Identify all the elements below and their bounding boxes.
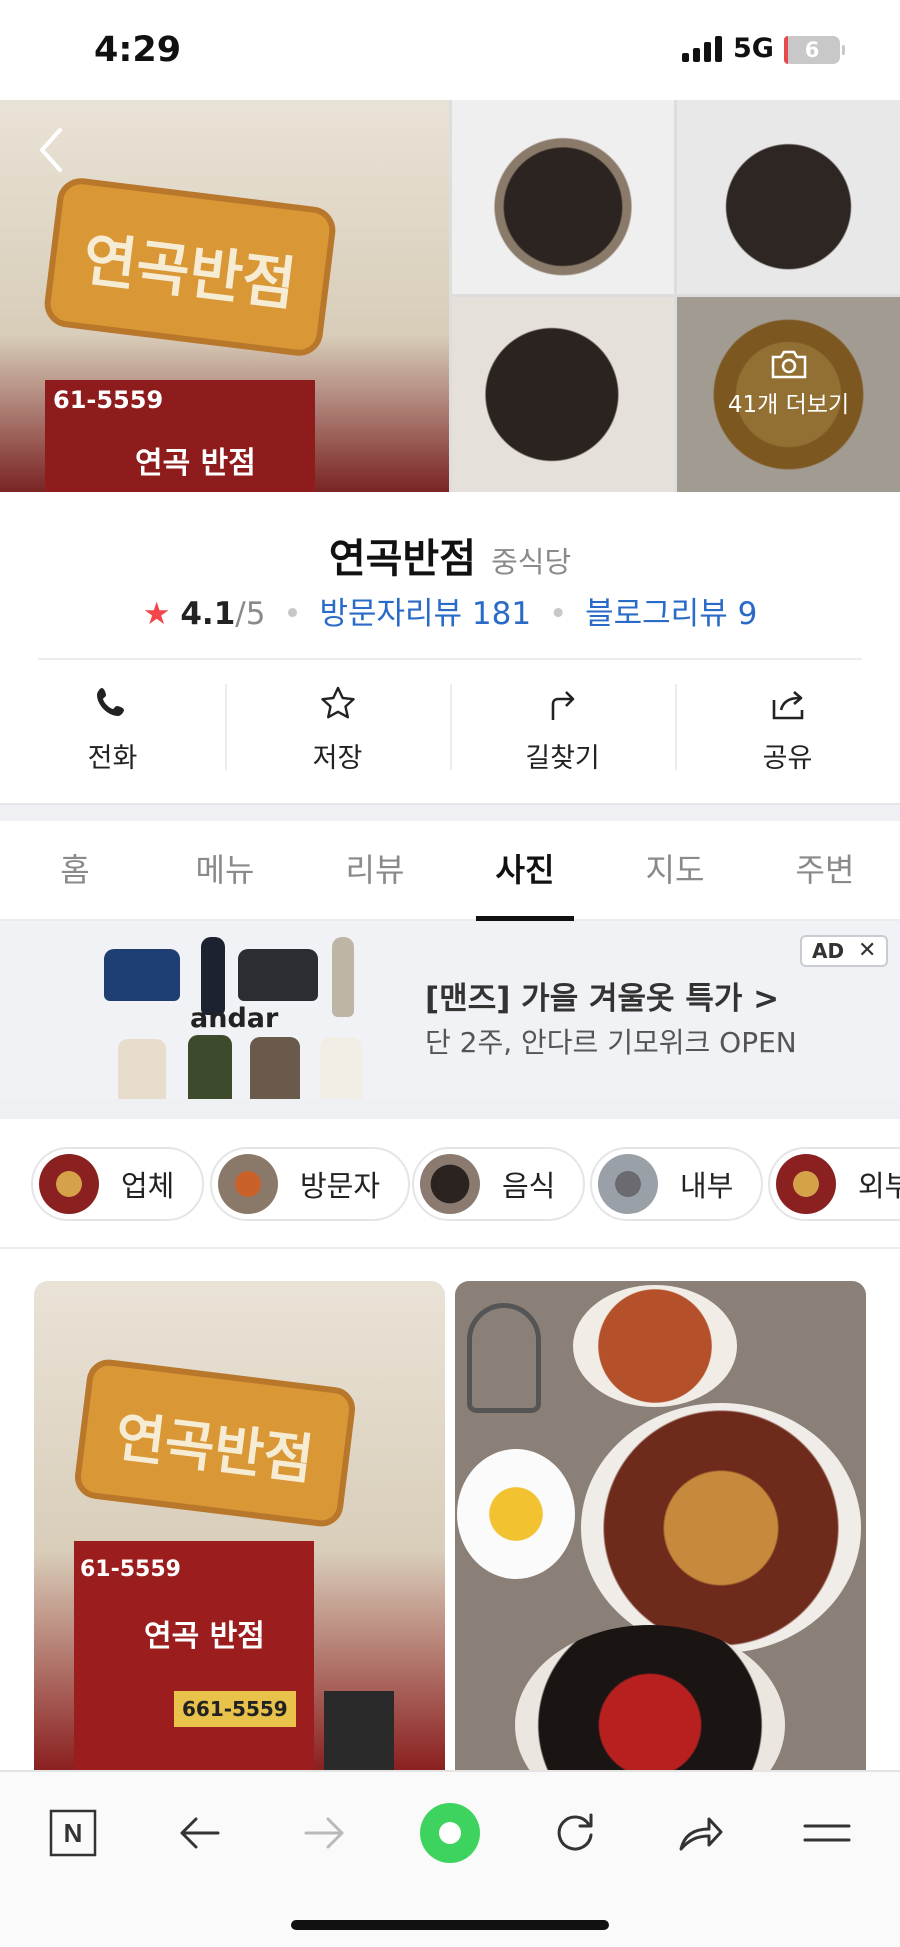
gallery-more-photo[interactable]: 41개 더보기 [677, 297, 900, 492]
place-info: 연곡반점 중식당 ★ 4.1/5 • 방문자리뷰 181 • 블로그리뷰 9 전… [0, 492, 900, 810]
directions-button[interactable]: 길찾기 [450, 676, 675, 786]
gallery-photo[interactable] [452, 297, 674, 492]
filter-chip-food[interactable]: 음식 [412, 1147, 586, 1221]
green-dot-icon [420, 1803, 480, 1863]
home-indicator [291, 1920, 609, 1930]
storefront: 61-5559 연곡 반점 [45, 380, 315, 492]
status-bar: 4:29 5G 6 [0, 0, 900, 100]
rating-max: /5 [235, 596, 266, 632]
place-category: 중식당 [491, 545, 572, 579]
back-button[interactable] [164, 1798, 234, 1868]
rating-score: 4.1 [180, 596, 236, 632]
green-dot-button[interactable] [415, 1798, 485, 1868]
filter-chip-interior[interactable]: 내부 [590, 1147, 764, 1221]
tab-nearby[interactable]: 주변 [750, 821, 900, 919]
title-row: 연곡반점 중식당 [0, 526, 900, 584]
photo-tile[interactable]: 연곡반점 61-5559 연곡 반점 661-5559 [34, 1281, 445, 1771]
camera-icon [771, 350, 806, 379]
place-name: 연곡반점 [328, 536, 477, 582]
chip-thumbnail [420, 1154, 480, 1214]
tab-home[interactable]: 홈 [0, 821, 150, 919]
chip-thumbnail [776, 1154, 836, 1214]
naver-home-button[interactable]: N [38, 1798, 108, 1868]
photo-gallery: 연곡반점 61-5559 연곡 반점 my 41개 더보기 [0, 100, 900, 492]
storefront: 61-5559 연곡 반점 661-5559 [74, 1541, 314, 1771]
more-photos[interactable]: 41개 더보기 [677, 349, 900, 419]
arrow-right-icon [304, 1817, 344, 1849]
close-icon[interactable]: ✕ [858, 937, 876, 965]
filter-chip-business[interactable]: 업체 [31, 1147, 205, 1221]
refresh-button[interactable] [540, 1798, 610, 1868]
tab-map[interactable]: 지도 [600, 821, 750, 919]
rating-star-icon: ★ [142, 596, 171, 632]
status-time: 4:29 [94, 30, 182, 70]
hamburger-icon [803, 1824, 851, 1842]
section-gap [0, 803, 900, 821]
photo-filter-chips: 업체 방문자 음식 내부 외부 [0, 1119, 900, 1249]
battery-icon: 6 [784, 36, 845, 64]
more-photos-label: 41개 더보기 [727, 392, 850, 418]
storefront-sign: 연곡반점 [72, 1357, 358, 1529]
menu-button[interactable] [792, 1798, 862, 1868]
blog-reviews-link[interactable]: 블로그리뷰 9 [585, 596, 757, 632]
naver-n-icon: N [49, 1809, 97, 1857]
directions-icon [551, 691, 574, 720]
divider [38, 658, 862, 660]
ad-title[interactable]: [맨즈] 가을 겨울옷 특가 > [425, 973, 779, 1018]
ad-banner[interactable]: andar [맨즈] 가을 겨울옷 특가 > 단 2주, 안다르 기모위크 OP… [0, 921, 900, 1107]
share-button[interactable]: 공유 [675, 676, 900, 786]
save-button[interactable]: 저장 [225, 676, 450, 786]
visitor-reviews-link[interactable]: 방문자리뷰 181 [319, 596, 531, 632]
browser-toolbar: N [0, 1770, 900, 1947]
action-bar: 전화 저장 길찾기 공유 [0, 676, 900, 786]
ad-badge: AD ✕ [800, 935, 888, 967]
forward-button[interactable] [290, 1798, 360, 1868]
chip-thumbnail [39, 1154, 99, 1214]
filter-chip-visitor[interactable]: 방문자 [210, 1147, 411, 1221]
battery-level: 6 [804, 38, 820, 62]
arrow-left-icon [180, 1817, 220, 1849]
rating-row: ★ 4.1/5 • 방문자리뷰 181 • 블로그리뷰 9 [142, 596, 758, 632]
call-button[interactable]: 전화 [0, 676, 225, 786]
tab-bar: 홈 메뉴 리뷰 사진 지도 주변 [0, 821, 900, 921]
filter-chip-exterior[interactable]: 외부 [768, 1147, 900, 1221]
photo-tile[interactable] [455, 1281, 866, 1771]
chip-thumbnail [218, 1154, 278, 1214]
gallery-photo[interactable] [452, 100, 674, 294]
refresh-icon [557, 1813, 593, 1851]
storefront-sign: 연곡반점 [41, 175, 339, 359]
place-photo-page: 4:29 5G 6 연곡반점 61-5559 연곡 반점 my [0, 0, 900, 1947]
star-icon [320, 686, 355, 719]
phone-icon [96, 688, 124, 716]
svg-text:N: N [64, 1818, 83, 1848]
tab-menu[interactable]: 메뉴 [150, 821, 300, 919]
tab-review[interactable]: 리뷰 [300, 821, 450, 919]
chip-thumbnail [598, 1154, 658, 1214]
photo-grid: 연곡반점 61-5559 연곡 반점 661-5559 [0, 1249, 900, 1771]
signal-icon [682, 36, 724, 62]
tab-photo[interactable]: 사진 [450, 821, 600, 921]
ad-subtitle: 단 2주, 안다르 기모위크 OPEN [425, 1026, 797, 1059]
network-type: 5G [733, 33, 774, 64]
share-page-button[interactable] [666, 1798, 736, 1868]
share-icon [772, 691, 803, 720]
back-icon[interactable] [30, 122, 74, 178]
gallery-photo[interactable]: my [677, 100, 900, 294]
section-gap [0, 1099, 900, 1119]
ad-brand: andar [190, 1003, 279, 1034]
share-arrow-icon [679, 1817, 723, 1851]
